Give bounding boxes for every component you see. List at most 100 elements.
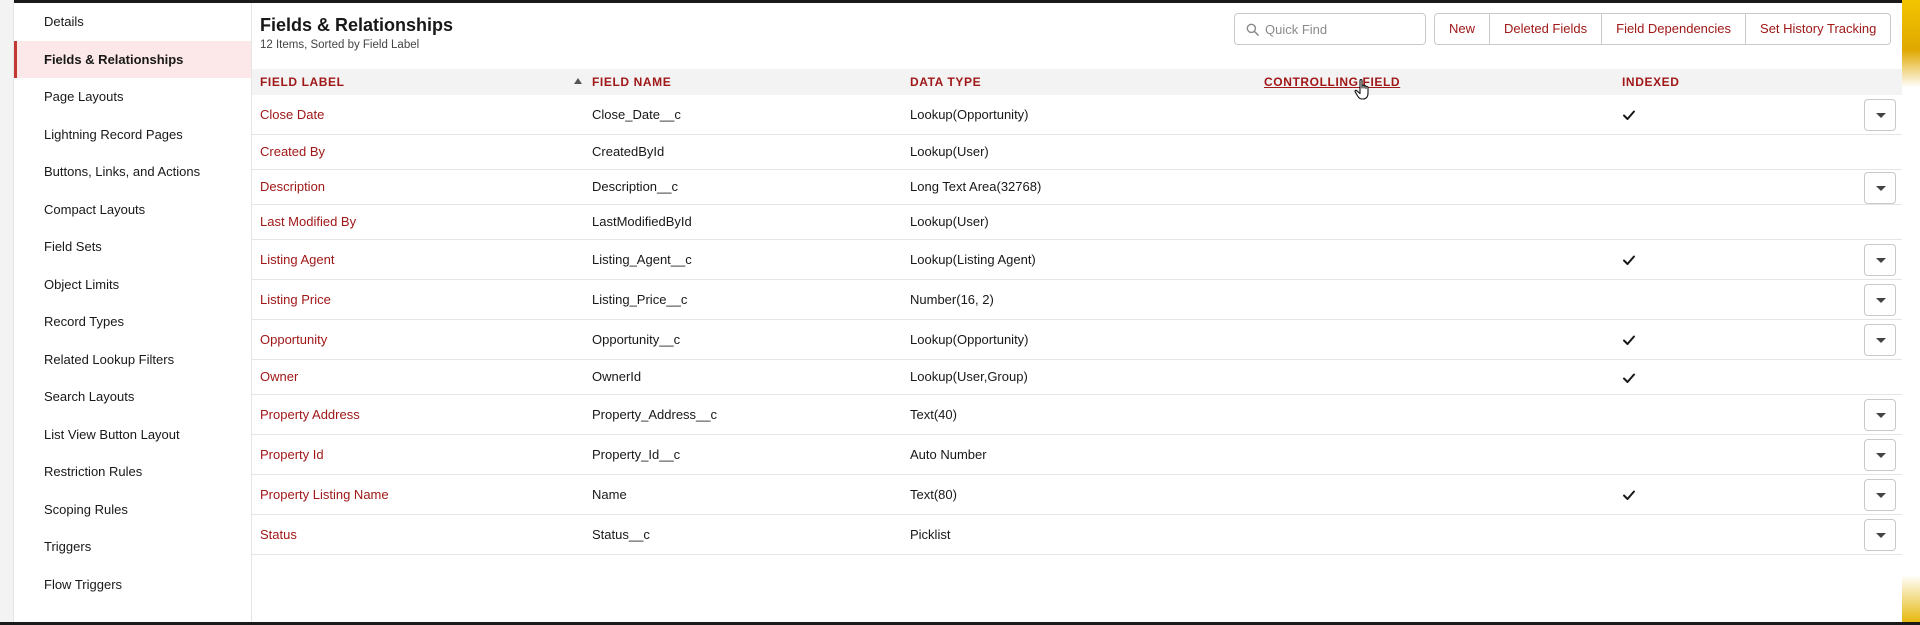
table-row: Opportunity Opportunity__c Lookup(Opportun… <box>252 320 1902 360</box>
field-label-link[interactable]: Close Date <box>260 95 324 134</box>
field-label-link[interactable]: Opportunity <box>260 320 327 359</box>
field-label-link[interactable]: Property Address <box>260 395 360 434</box>
new-button[interactable]: New <box>1434 13 1491 45</box>
table-row: Description Description__c Long Text Area(… <box>252 170 1902 205</box>
check-icon <box>1623 255 1635 265</box>
column-header-field-name[interactable]: FIELD NAME <box>592 69 671 95</box>
sidebar-item-details[interactable]: Details <box>14 3 251 41</box>
field-label-link[interactable]: Owner <box>260 360 298 394</box>
chevron-down-icon <box>1876 298 1886 303</box>
field-label-link[interactable]: Created By <box>260 135 325 169</box>
field-api-name: CreatedById <box>592 144 665 159</box>
sidebar-item-buttons-links-and-actions[interactable]: Buttons, Links, and Actions <box>14 153 251 191</box>
quick-find-search[interactable] <box>1234 13 1426 45</box>
sidebar-item-fields-and-relationships[interactable]: Fields & Relationships <box>14 40 251 78</box>
sidebar-item-scoping-rules[interactable]: Scoping Rules <box>14 491 251 529</box>
sort-ascending-icon[interactable] <box>574 78 582 84</box>
field-data-type: Number(16, 2) <box>910 292 994 307</box>
field-label-link[interactable]: Property Listing Name <box>260 475 389 514</box>
table-row: Created By CreatedById Lookup(User) <box>252 135 1902 170</box>
row-actions-menu-button[interactable] <box>1864 171 1896 204</box>
table-row: Property Id Property_Id__c Auto Number <box>252 435 1902 475</box>
field-api-name: OwnerId <box>592 369 642 384</box>
field-data-type: Lookup(User,Group) <box>910 369 1028 384</box>
field-data-type: Lookup(User) <box>910 214 989 229</box>
sidebar-item-page-layouts[interactable]: Page Layouts <box>14 78 251 116</box>
sidebar-item-field-sets[interactable]: Field Sets <box>14 228 251 266</box>
sidebar-item-list-view-button-layout[interactable]: List View Button Layout <box>14 416 251 454</box>
row-actions-menu-button[interactable] <box>1864 99 1896 131</box>
setup-sidebar: Details Fields & Relationships Page Layout… <box>14 3 252 622</box>
field-data-type: Lookup(Opportunity) <box>910 332 1029 347</box>
field-api-name: Listing_Price__c <box>592 292 688 307</box>
chevron-down-icon <box>1876 113 1886 118</box>
field-data-type: Lookup(Listing Agent) <box>910 252 1036 267</box>
page-subtitle: 12 Items, Sorted by Field Label <box>260 39 420 51</box>
table-row: Status Status__c Picklist <box>252 515 1902 555</box>
row-actions-menu-button[interactable] <box>1864 244 1896 276</box>
check-icon <box>1623 335 1635 345</box>
field-data-type: Auto Number <box>910 447 987 462</box>
sidebar-item-triggers[interactable]: Triggers <box>14 528 251 566</box>
column-header-indexed[interactable]: INDEXED <box>1622 69 1680 95</box>
table-row: Owner OwnerId Lookup(User,Group) <box>252 360 1902 395</box>
quick-find-input[interactable] <box>1265 15 1420 43</box>
sidebar-item-flow-triggers[interactable]: Flow Triggers <box>14 566 251 604</box>
sidebar-item-object-limits[interactable]: Object Limits <box>14 266 251 304</box>
field-data-type: Long Text Area(32768) <box>910 179 1042 194</box>
row-actions-menu-button[interactable] <box>1864 324 1896 356</box>
field-api-name: Name <box>592 487 627 502</box>
field-api-name: LastModifiedById <box>592 214 692 229</box>
chevron-down-icon <box>1876 258 1886 263</box>
field-api-name: Listing_Agent__c <box>592 252 692 267</box>
field-api-name: Close_Date__c <box>592 107 681 122</box>
chevron-down-icon <box>1876 413 1886 418</box>
field-label-link[interactable]: Last Modified By <box>260 205 356 239</box>
chevron-down-icon <box>1876 338 1886 343</box>
right-decorative-edge <box>1902 0 1920 625</box>
check-icon <box>1623 373 1635 383</box>
sidebar-item-record-types[interactable]: Record Types <box>14 303 251 341</box>
table-header: FIELD LABEL FIELD NAME DATA TYPE CONTROL… <box>252 69 1902 95</box>
field-label-link[interactable]: Listing Agent <box>260 240 334 279</box>
row-actions-menu-button[interactable] <box>1864 399 1896 431</box>
row-actions-menu-button[interactable] <box>1864 519 1896 551</box>
field-data-type: Text(40) <box>910 407 957 422</box>
row-actions-menu-button[interactable] <box>1864 284 1896 316</box>
row-actions-menu-button[interactable] <box>1864 439 1896 471</box>
sidebar-item-related-lookup-filters[interactable]: Related Lookup Filters <box>14 341 251 379</box>
table-row: Listing Price Listing_Price__c Number(16, … <box>252 280 1902 320</box>
column-header-field-label[interactable]: FIELD LABEL <box>260 69 345 95</box>
field-data-type: Text(80) <box>910 487 957 502</box>
field-label-link[interactable]: Listing Price <box>260 280 331 319</box>
field-api-name: Status__c <box>592 527 650 542</box>
table-row: Property Listing Name Name Text(80) <box>252 475 1902 515</box>
hand-pointer-cursor <box>1354 79 1369 100</box>
toolbar-button-group: New Deleted Fields Field Dependencies Set H… <box>1434 13 1892 45</box>
fields-table-body: Close Date Close_Date__c Lookup(Opportunit… <box>252 95 1902 555</box>
field-dependencies-button[interactable]: Field Dependencies <box>1601 13 1747 45</box>
deleted-fields-button[interactable]: Deleted Fields <box>1489 13 1603 45</box>
field-label-link[interactable]: Property Id <box>260 435 324 474</box>
sidebar-item-search-layouts[interactable]: Search Layouts <box>14 378 251 416</box>
sidebar-item-lightning-record-pages[interactable]: Lightning Record Pages <box>14 116 251 154</box>
set-history-tracking-button[interactable]: Set History Tracking <box>1745 13 1892 45</box>
table-row: Property Address Property_Address__c Text(… <box>252 395 1902 435</box>
field-label-link[interactable]: Status <box>260 515 297 554</box>
table-row: Listing Agent Listing_Agent__c Lookup(List… <box>252 240 1902 280</box>
field-api-name: Description__c <box>592 179 678 194</box>
fields-relationships-panel: Fields & Relationships 12 Items, Sorted … <box>252 3 1902 622</box>
chevron-down-icon <box>1876 185 1886 191</box>
field-api-name: Opportunity__c <box>592 332 681 347</box>
sidebar-item-restriction-rules[interactable]: Restriction Rules <box>14 453 251 491</box>
field-label-link[interactable]: Description <box>260 170 325 204</box>
column-header-controlling-field[interactable]: CONTROLLING FIELD <box>1264 69 1400 95</box>
field-api-name: Property_Id__c <box>592 447 681 462</box>
column-header-data-type[interactable]: DATA TYPE <box>910 69 981 95</box>
chevron-down-icon <box>1876 453 1886 458</box>
check-icon <box>1623 110 1635 120</box>
chevron-down-icon <box>1876 493 1886 498</box>
row-actions-menu-button[interactable] <box>1864 479 1896 511</box>
table-row: Close Date Close_Date__c Lookup(Opportunit… <box>252 95 1902 135</box>
sidebar-item-compact-layouts[interactable]: Compact Layouts <box>14 191 251 229</box>
